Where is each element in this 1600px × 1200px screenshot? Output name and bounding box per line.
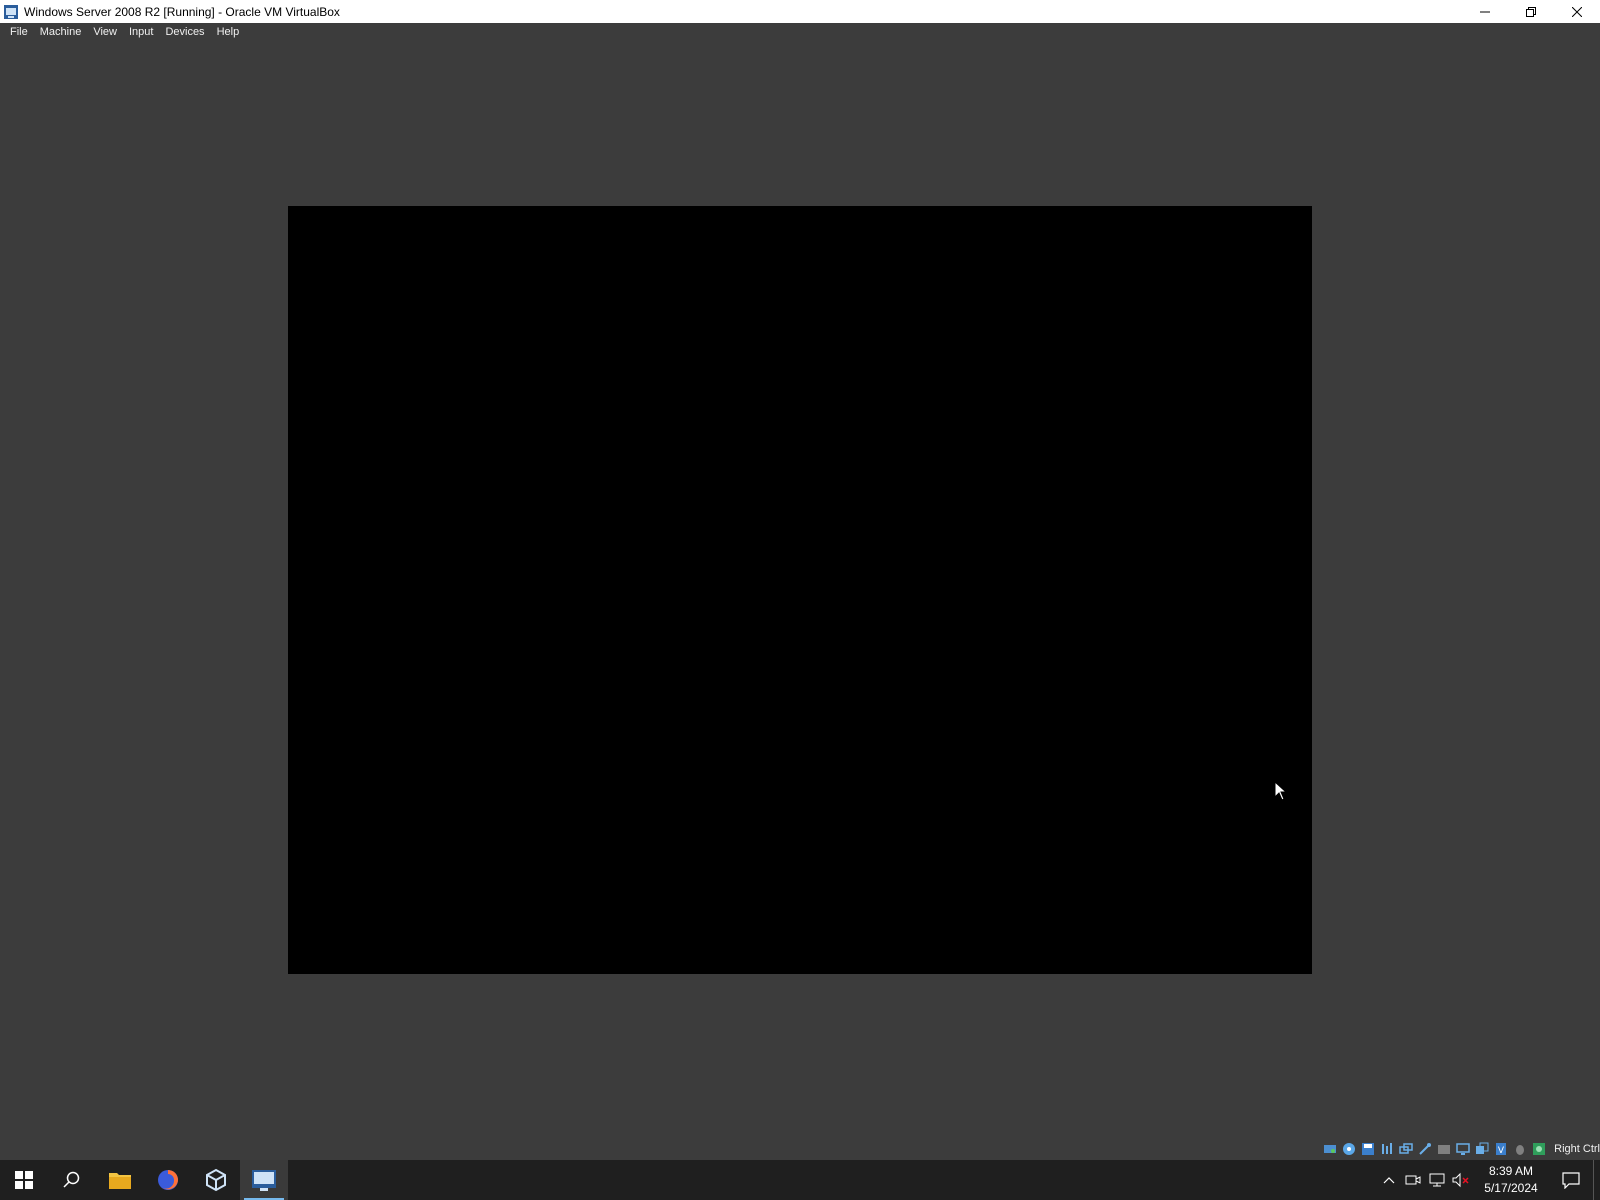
volume-button[interactable] (1449, 1160, 1473, 1200)
menu-help[interactable]: Help (211, 23, 246, 42)
optical-drive-icon[interactable] (1341, 1141, 1357, 1157)
restore-button[interactable] (1508, 0, 1554, 23)
start-icon (15, 1171, 33, 1189)
svg-text:V: V (1498, 1146, 1505, 1156)
show-desktop-button[interactable] (1593, 1160, 1600, 1200)
taskbar-clock[interactable]: 8:39 AM 5/17/2024 (1473, 1163, 1549, 1197)
search-button[interactable] (48, 1160, 96, 1200)
taskbar: 8:39 AM 5/17/2024 (0, 1160, 1600, 1200)
close-button[interactable] (1554, 0, 1600, 23)
taskbar-windows-server-vm[interactable] (240, 1160, 288, 1200)
display-icon[interactable] (1455, 1141, 1471, 1157)
virtualbox-icon (206, 1168, 226, 1192)
meet-now-icon (1405, 1175, 1421, 1185)
minimize-icon (1480, 11, 1490, 12)
window-title: Windows Server 2008 R2 [Running] - Oracl… (24, 4, 340, 19)
menu-input[interactable]: Input (123, 23, 159, 42)
minimize-button[interactable] (1462, 0, 1508, 23)
firefox-icon (158, 1170, 178, 1190)
host-key-label[interactable]: Right Ctrl (1554, 1143, 1600, 1155)
menu-file[interactable]: File (4, 23, 34, 42)
shared-folders-icon[interactable] (1436, 1141, 1452, 1157)
chevron-up-icon (1383, 1177, 1395, 1184)
network-status-button[interactable] (1425, 1160, 1449, 1200)
vm-display[interactable] (288, 206, 1312, 974)
keyboard-icon[interactable] (1531, 1141, 1547, 1157)
mouse-integration-icon[interactable] (1512, 1141, 1528, 1157)
search-icon (63, 1171, 80, 1188)
menu-view[interactable]: View (87, 23, 123, 42)
menu-bar: File Machine View Input Devices Help (0, 23, 1600, 42)
restore-icon (1526, 6, 1536, 17)
clock-time: 8:39 AM (1488, 1164, 1534, 1178)
hard-disk-icon[interactable] (1322, 1141, 1338, 1157)
virtualization-icon[interactable]: V (1493, 1141, 1509, 1157)
windows-server-vm-icon (252, 1170, 276, 1191)
volume-muted-icon (1452, 1172, 1469, 1188)
usb-icon[interactable] (1417, 1141, 1433, 1157)
taskbar-firefox[interactable] (144, 1160, 192, 1200)
close-icon (1572, 6, 1582, 17)
network-icon[interactable] (1398, 1141, 1414, 1157)
file-explorer-icon (109, 1173, 131, 1189)
title-bar[interactable]: Windows Server 2008 R2 [Running] - Oracl… (0, 0, 1600, 23)
start-button[interactable] (0, 1160, 48, 1200)
network-icon (1429, 1173, 1445, 1187)
action-center-icon (1562, 1172, 1580, 1189)
virtualbox-app-icon (4, 4, 18, 19)
menu-machine[interactable]: Machine (34, 23, 88, 42)
meet-now-button[interactable] (1401, 1160, 1425, 1200)
show-hidden-icons-button[interactable] (1377, 1160, 1401, 1200)
mouse-cursor-icon (1274, 781, 1287, 801)
taskbar-virtualbox[interactable] (192, 1160, 240, 1200)
audio-icon[interactable] (1379, 1141, 1395, 1157)
system-tray: 8:39 AM 5/17/2024 (1377, 1160, 1600, 1200)
vm-status-bar: V Right Ctrl (1322, 1140, 1600, 1158)
action-center-button[interactable] (1549, 1160, 1593, 1200)
floppy-icon[interactable] (1360, 1141, 1376, 1157)
recording-icon[interactable] (1474, 1141, 1490, 1157)
taskbar-file-explorer[interactable] (96, 1160, 144, 1200)
clock-date: 5/17/2024 (1484, 1181, 1538, 1195)
menu-devices[interactable]: Devices (159, 23, 210, 42)
